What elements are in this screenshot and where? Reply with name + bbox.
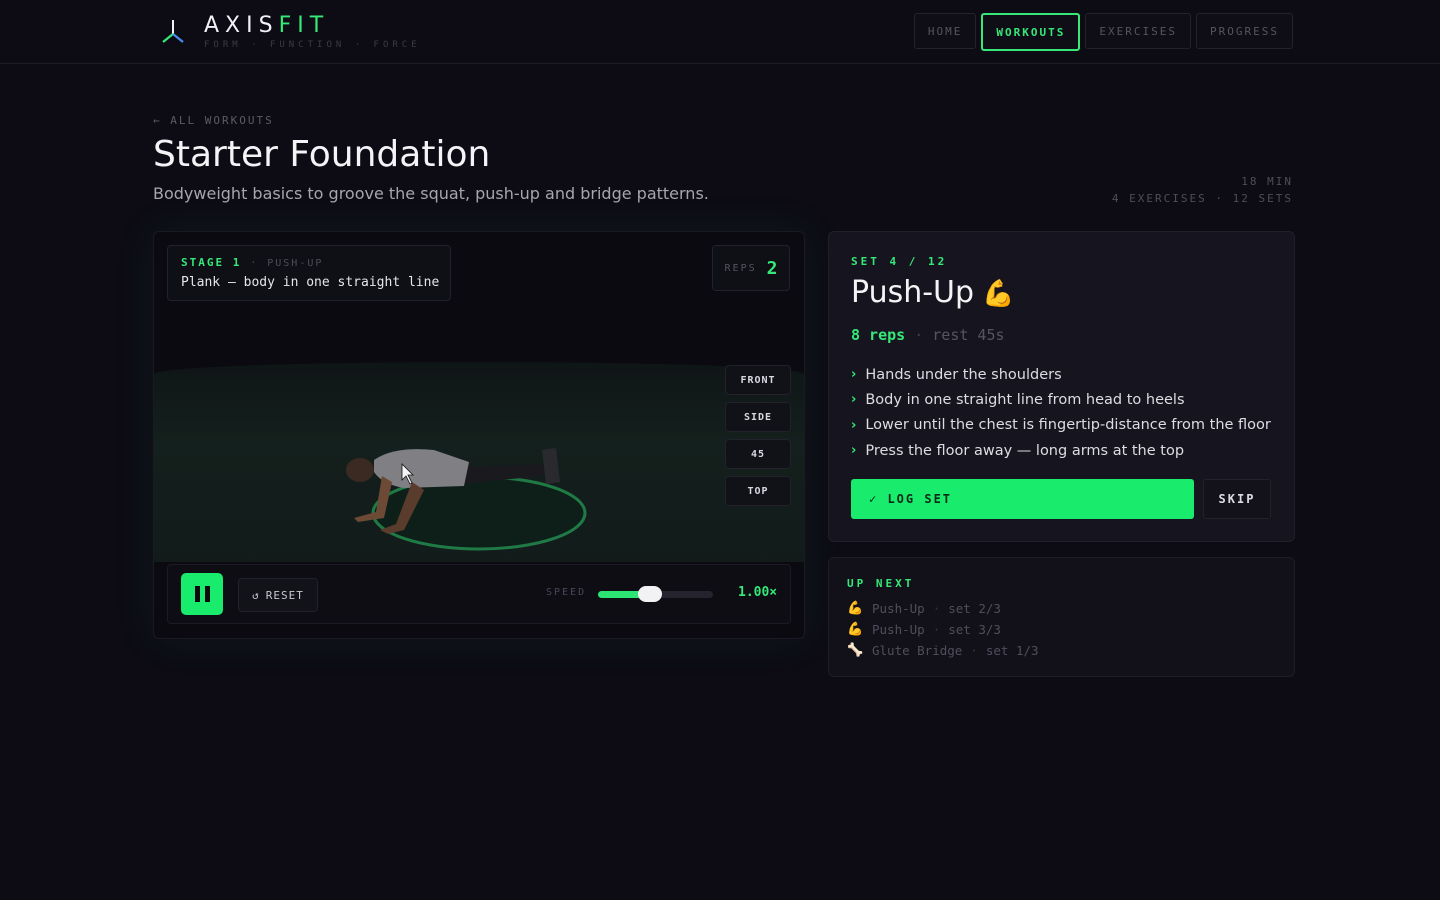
up-next-item[interactable]: 💪 Push-Up · set 3/3 [847,619,1039,640]
up-next-set: set 3/3 [948,622,1001,637]
up-next-title: UP NEXT [847,577,915,590]
exercise-title: Push-Up 💪 [851,275,1014,310]
brand-main: AXIS [204,13,279,38]
form-cue-text: Lower until the chest is fingertip-dista… [865,417,1271,434]
up-next-exercise: Push-Up [872,601,925,616]
current-set-card: SET 4 / 12 Push-Up 💪 8 reps · rest 45s › H… [828,231,1295,542]
workout-summary: 4 EXERCISES · 12 SETS [1111,192,1293,205]
form-cue: › Hands under the shoulders [851,362,1271,387]
reset-icon: ↺ [252,588,260,602]
chevron-right-icon: › [851,367,857,383]
flexed-bicep-icon: 💪 [847,601,864,616]
nav-home[interactable]: HOME [913,13,977,49]
up-next-exercise: Push-Up [872,622,925,637]
form-cue-text: Body in one straight line from head to h… [865,391,1185,408]
view-45-button[interactable]: 45 [725,439,791,469]
flexed-bicep-icon: 💪 [982,279,1015,309]
stage-label: STAGE 1 [181,256,242,269]
workout-duration: 18 MIN [1241,175,1293,188]
form-cue: › Press the floor away — long arms at the… [851,438,1271,463]
chevron-right-icon: › [851,392,857,408]
brand-name[interactable]: AXISFIT [204,13,329,38]
rest-time: rest 45s [932,326,1005,344]
nav-progress[interactable]: PROGRESS [1196,13,1293,49]
bone-icon: 🦴 [847,643,864,658]
skip-button[interactable]: SKIP [1203,479,1271,519]
speed-value: 1.00× [738,585,778,600]
pushup-figure[interactable] [324,412,604,572]
set-counter: SET 4 / 12 [851,255,948,268]
target-separator: · [914,326,924,344]
form-cue: › Lower until the chest is fingertip-dist… [851,413,1271,438]
reset-button[interactable]: ↺ RESET [238,578,318,612]
exercise-name: Push-Up [851,275,975,310]
reset-label: RESET [265,588,304,602]
speed-slider[interactable] [598,586,713,602]
up-next-set: set 1/3 [985,643,1039,658]
up-next-list: 💪 Push-Up · set 2/3 💪 Push-Up · set 3/3 🦴 Gl… [847,598,1039,661]
flexed-bicep-icon: 💪 [847,622,864,637]
pause-button[interactable] [181,573,223,615]
stage-exercise: PUSH-UP [267,258,324,269]
speed-slider-handle[interactable] [637,586,662,602]
nav-exercises[interactable]: EXERCISES [1085,13,1192,49]
view-front-button[interactable]: FRONT [725,365,791,395]
main-nav: HOME WORKOUTS EXERCISES PROGRESS [913,13,1293,51]
form-cue-text: Press the floor away — long arms at the … [865,442,1185,459]
view-top-button[interactable]: TOP [725,476,791,506]
stage-separator: · [249,256,259,269]
up-next-card: UP NEXT 💪 Push-Up · set 2/3 💪 Push-Up · set … [828,557,1295,677]
chevron-right-icon: › [851,443,857,459]
speed-label: SPEED [546,587,587,598]
back-link[interactable]: ← ALL WORKOUTS [153,114,274,127]
chevron-right-icon: › [851,417,857,433]
exercise-viewer[interactable]: STAGE 1 · PUSH-UP Plank — body in one st… [153,231,805,639]
set-target: 8 reps · rest 45s [851,326,1005,344]
reps-value: 2 [766,257,778,279]
view-side-button[interactable]: SIDE [725,402,791,432]
brand-tagline: FORM · FUNCTION · FORCE [204,40,421,50]
nav-workouts[interactable]: WORKOUTS [981,13,1081,51]
up-next-set: set 2/3 [948,601,1001,616]
pause-icon-bar-right [204,586,210,602]
form-cue: › Body in one straight line from head to … [851,387,1271,412]
up-next-exercise: Glute Bridge [872,643,963,658]
playback-controls: ↺ RESET SPEED 1.00× [167,564,791,624]
reps-label: REPS [724,262,757,274]
page-title: Starter Foundation [153,134,491,175]
pause-icon-bar-left [194,586,200,602]
reps-counter: REPS 2 [712,245,790,291]
up-next-item[interactable]: 💪 Push-Up · set 2/3 [847,598,1039,619]
logo-icon[interactable] [158,16,188,46]
target-reps: 8 reps [851,326,906,344]
form-cue-text: Hands under the shoulders [865,366,1062,383]
stage-cue: Plank — body in one straight line [181,275,440,290]
stage-info: STAGE 1 · PUSH-UP Plank — body in one st… [167,245,451,301]
page-subtitle: Bodyweight basics to groove the squat, p… [153,184,709,203]
brand-accent: FIT [278,13,330,38]
log-set-button[interactable]: ✓ LOG SET [851,479,1194,519]
top-header: AXISFIT FORM · FUNCTION · FORCE HOME WOR… [0,0,1440,64]
form-cues-list: › Hands under the shoulders › Body in one … [851,362,1271,463]
up-next-item[interactable]: 🦴 Glute Bridge · set 1/3 [847,640,1039,661]
